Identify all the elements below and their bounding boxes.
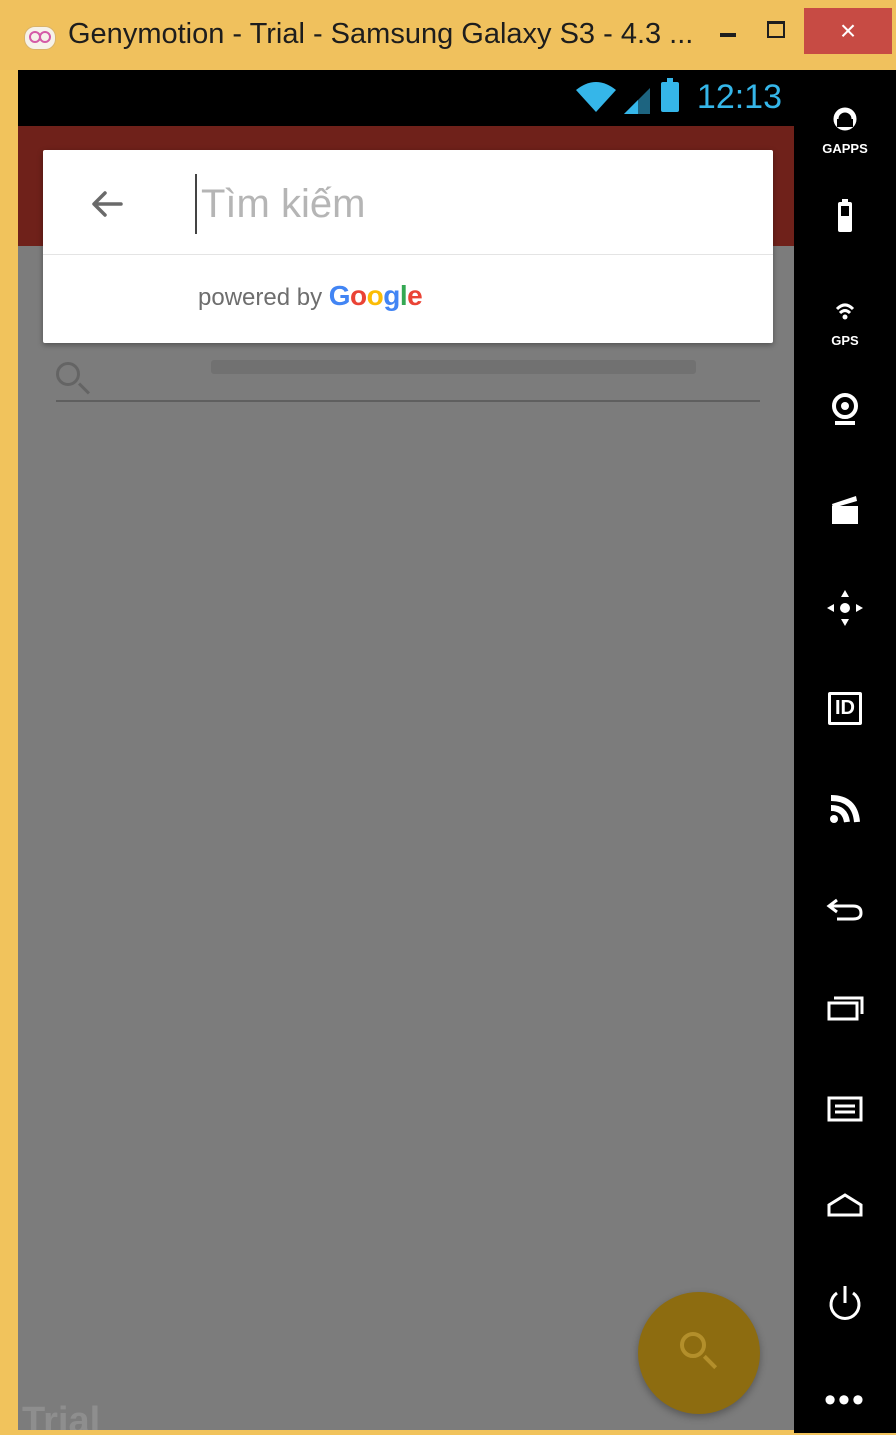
- back-icon: [826, 898, 863, 921]
- dimmed-search-row: [56, 352, 760, 400]
- search-input[interactable]: [195, 174, 741, 234]
- home-icon: [827, 1193, 863, 1217]
- google-letter: g: [383, 280, 400, 311]
- dimmed-search-icon: [56, 362, 80, 386]
- home-button[interactable]: [810, 1170, 880, 1240]
- google-logo: Google: [328, 280, 423, 311]
- gapps-label: GAPPS: [822, 141, 868, 156]
- google-letter: o: [350, 280, 367, 311]
- gps-button[interactable]: GPS: [810, 282, 880, 352]
- menu-button[interactable]: [810, 1073, 880, 1143]
- gps-label: GPS: [831, 333, 859, 348]
- rss-button[interactable]: [810, 773, 880, 843]
- more-icon: •••: [824, 1380, 866, 1419]
- more-options-button[interactable]: •••: [810, 1365, 880, 1435]
- gapps-button[interactable]: GAPPS: [810, 90, 880, 160]
- genymotion-logo-icon: [24, 26, 56, 50]
- google-letter: e: [407, 280, 423, 311]
- battery-button[interactable]: [810, 182, 880, 252]
- dpad-button[interactable]: [810, 573, 880, 643]
- recent-apps-icon: [827, 996, 864, 1021]
- search-icon: [680, 1332, 706, 1358]
- window-titlebar: Genymotion - Trial - Samsung Galaxy S3 -…: [0, 0, 896, 70]
- status-time: 12:13: [696, 78, 782, 116]
- powered-by-label: powered by: [198, 284, 323, 311]
- dimmed-search-text: [211, 360, 696, 374]
- powered-by-google: powered by Google: [198, 280, 423, 312]
- webcam-icon: [832, 393, 858, 425]
- card-divider: [43, 254, 773, 255]
- back-arrow-icon[interactable]: [87, 184, 127, 224]
- back-button[interactable]: [810, 873, 880, 943]
- window-title: Genymotion - Trial - Samsung Galaxy S3 -…: [68, 18, 694, 50]
- close-button[interactable]: ×: [804, 8, 892, 54]
- genymotion-toolbar: GAPPS GPS ID •••: [794, 70, 896, 1433]
- place-autocomplete-card: powered by Google: [43, 150, 773, 343]
- capture-button[interactable]: [810, 475, 880, 545]
- android-status-bar: 12:13: [18, 70, 794, 126]
- recent-apps-button[interactable]: [810, 973, 880, 1043]
- device-screen: 12:13 powered by Google Trial: [18, 70, 794, 1430]
- wifi-icon: [576, 82, 616, 112]
- trial-watermark: Trial: [22, 1400, 101, 1430]
- dimmed-divider: [56, 400, 760, 402]
- google-letter: G: [328, 280, 351, 311]
- window-frame-left: [0, 70, 18, 1433]
- menu-icon: [827, 1096, 863, 1122]
- minimize-button[interactable]: [710, 12, 746, 46]
- signal-icon: [624, 88, 650, 114]
- device-id-button[interactable]: ID: [810, 673, 880, 743]
- battery-icon: [838, 199, 852, 232]
- power-icon: [829, 1286, 861, 1320]
- dpad-icon: [827, 590, 863, 626]
- rss-icon: [830, 795, 860, 823]
- power-button[interactable]: [810, 1268, 880, 1338]
- capture-icon: [832, 496, 858, 524]
- search-fab-button[interactable]: [638, 1292, 760, 1414]
- google-letter: o: [366, 280, 384, 311]
- webcam-button[interactable]: [810, 375, 880, 445]
- id-icon: ID: [828, 691, 862, 725]
- maximize-button[interactable]: [758, 12, 794, 46]
- battery-charging-icon: [661, 78, 679, 112]
